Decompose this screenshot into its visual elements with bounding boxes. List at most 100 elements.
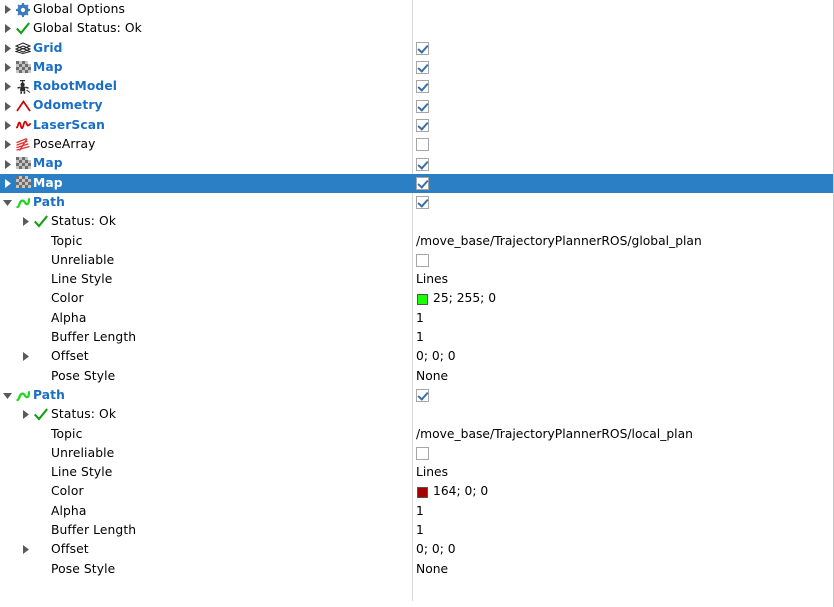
tree-row-value-cell[interactable]: [416, 39, 429, 58]
chevron-right-icon[interactable]: [0, 154, 14, 173]
property-value[interactable]: 1: [416, 328, 424, 347]
property-value[interactable]: 1: [416, 521, 424, 540]
tree-row[interactable]: RobotModel: [0, 77, 833, 96]
tree-row[interactable]: Unreliable: [0, 444, 833, 463]
tree-row[interactable]: Path: [0, 193, 833, 212]
tree-row-name-cell[interactable]: Offset: [0, 347, 412, 366]
chevron-right-icon[interactable]: [18, 347, 32, 366]
tree-row-value-cell[interactable]: [416, 251, 429, 270]
display-enabled-checkbox[interactable]: [416, 61, 429, 75]
tree-row-name-cell[interactable]: Line Style: [0, 270, 412, 289]
property-value[interactable]: None: [416, 367, 448, 386]
tree-row[interactable]: Grid: [0, 39, 833, 58]
tree-row-value-cell[interactable]: Lines: [416, 463, 448, 482]
tree-row-value-cell[interactable]: 0; 0; 0: [416, 347, 456, 366]
tree-row-name-cell[interactable]: Pose Style: [0, 560, 412, 579]
tree-row-name-cell[interactable]: Map: [0, 58, 412, 77]
tree-row-name-cell[interactable]: Unreliable: [0, 251, 412, 270]
tree-row[interactable]: Color 25; 255; 0: [0, 289, 833, 308]
display-enabled-checkbox[interactable]: [416, 41, 429, 55]
tree-row[interactable]: Topic/move_base/TrajectoryPlannerROS/glo…: [0, 232, 833, 251]
tree-row-value-cell[interactable]: [416, 77, 429, 96]
chevron-right-icon[interactable]: [0, 77, 14, 96]
tree-row-name-cell[interactable]: Odometry: [0, 96, 412, 115]
tree-row-name-cell[interactable]: Alpha: [0, 309, 412, 328]
tree-row[interactable]: Path: [0, 386, 833, 405]
tree-row-name-cell[interactable]: Global Status: Ok: [0, 19, 412, 38]
chevron-right-icon[interactable]: [18, 540, 32, 559]
tree-row-name-cell[interactable]: Line Style: [0, 463, 412, 482]
chevron-right-icon[interactable]: [0, 39, 14, 58]
display-enabled-checkbox[interactable]: [416, 176, 429, 190]
tree-row-value-cell[interactable]: Lines: [416, 270, 448, 289]
chevron-right-icon[interactable]: [0, 174, 14, 193]
tree-row[interactable]: Map: [0, 173, 833, 193]
tree-row-name-cell[interactable]: Global Options: [0, 0, 412, 19]
property-value[interactable]: /move_base/TrajectoryPlannerROS/global_p…: [416, 232, 702, 251]
tree-row-name-cell[interactable]: Topic: [0, 232, 412, 251]
property-value[interactable]: 164; 0; 0: [433, 482, 488, 501]
tree-row[interactable]: Global Options: [0, 0, 833, 19]
tree-row-value-cell[interactable]: [416, 96, 429, 115]
tree-row[interactable]: Line Style Lines: [0, 270, 833, 289]
tree-row-name-cell[interactable]: Buffer Length: [0, 521, 412, 540]
tree-row-name-cell[interactable]: Offset: [0, 540, 412, 559]
property-value[interactable]: 1: [416, 309, 424, 328]
tree-row[interactable]: Map: [0, 154, 833, 173]
tree-row-name-cell[interactable]: Alpha: [0, 502, 412, 521]
tree-row[interactable]: Offset 0; 0; 0: [0, 540, 833, 559]
color-swatch[interactable]: [417, 486, 428, 498]
tree-row-value-cell[interactable]: 164; 0; 0: [416, 482, 488, 501]
display-enabled-checkbox[interactable]: [416, 99, 429, 113]
tree-row-value-cell[interactable]: [416, 135, 429, 154]
tree-row-name-cell[interactable]: Map: [0, 154, 412, 173]
tree-row[interactable]: Line Style Lines: [0, 463, 833, 482]
tree-row-name-cell[interactable]: Pose Style: [0, 367, 412, 386]
property-value[interactable]: Lines: [416, 463, 448, 482]
tree-row-value-cell[interactable]: /move_base/TrajectoryPlannerROS/local_pl…: [416, 425, 693, 444]
chevron-right-icon[interactable]: [0, 0, 14, 19]
tree-row-value-cell[interactable]: [416, 193, 429, 212]
chevron-down-icon[interactable]: [0, 193, 14, 212]
tree-row[interactable]: PoseArray: [0, 135, 833, 154]
tree-row-name-cell[interactable]: LaserScan: [0, 116, 412, 135]
tree-row-name-cell[interactable]: Unreliable: [0, 444, 412, 463]
chevron-right-icon[interactable]: [0, 58, 14, 77]
display-enabled-checkbox[interactable]: [416, 446, 429, 460]
display-enabled-checkbox[interactable]: [416, 157, 429, 171]
property-value[interactable]: 25; 255; 0: [433, 289, 496, 308]
tree-row-value-cell[interactable]: [416, 444, 429, 463]
tree-row-name-cell[interactable]: RobotModel: [0, 77, 412, 96]
chevron-right-icon[interactable]: [18, 212, 32, 231]
tree-row[interactable]: LaserScan: [0, 116, 833, 135]
tree-row-name-cell[interactable]: Topic: [0, 425, 412, 444]
tree-row[interactable]: Unreliable: [0, 251, 833, 270]
tree-row-value-cell[interactable]: [416, 58, 429, 77]
tree-row[interactable]: Offset 0; 0; 0: [0, 347, 833, 366]
tree-row-name-cell[interactable]: Status: Ok: [0, 212, 412, 231]
chevron-right-icon[interactable]: [0, 116, 14, 135]
tree-row-name-cell[interactable]: PoseArray: [0, 135, 412, 154]
display-enabled-checkbox[interactable]: [416, 389, 429, 403]
tree-row[interactable]: Map: [0, 58, 833, 77]
tree-row-value-cell[interactable]: 25; 255; 0: [416, 289, 496, 308]
tree-row-name-cell[interactable]: Color: [0, 289, 412, 308]
tree-row[interactable]: Global Status: Ok: [0, 19, 833, 38]
display-enabled-checkbox[interactable]: [416, 196, 429, 210]
tree-row-value-cell[interactable]: 1: [416, 521, 424, 540]
tree-row-value-cell[interactable]: [416, 174, 429, 193]
chevron-right-icon[interactable]: [0, 96, 14, 115]
tree-row-name-cell[interactable]: Buffer Length: [0, 328, 412, 347]
tree-row-value-cell[interactable]: 1: [416, 309, 424, 328]
tree-row-value-cell[interactable]: 0; 0; 0: [416, 540, 456, 559]
tree-row-value-cell[interactable]: [416, 154, 429, 173]
tree-row[interactable]: Pose Style None: [0, 367, 833, 386]
display-enabled-checkbox[interactable]: [416, 138, 429, 152]
tree-row-name-cell[interactable]: Color: [0, 482, 412, 501]
tree-row-value-cell[interactable]: /move_base/TrajectoryPlannerROS/global_p…: [416, 232, 702, 251]
tree-row[interactable]: Status: Ok: [0, 405, 833, 424]
property-value[interactable]: /move_base/TrajectoryPlannerROS/local_pl…: [416, 425, 693, 444]
property-value[interactable]: None: [416, 560, 448, 579]
tree-row-value-cell[interactable]: [416, 386, 429, 405]
tree-row[interactable]: Status: Ok: [0, 212, 833, 231]
